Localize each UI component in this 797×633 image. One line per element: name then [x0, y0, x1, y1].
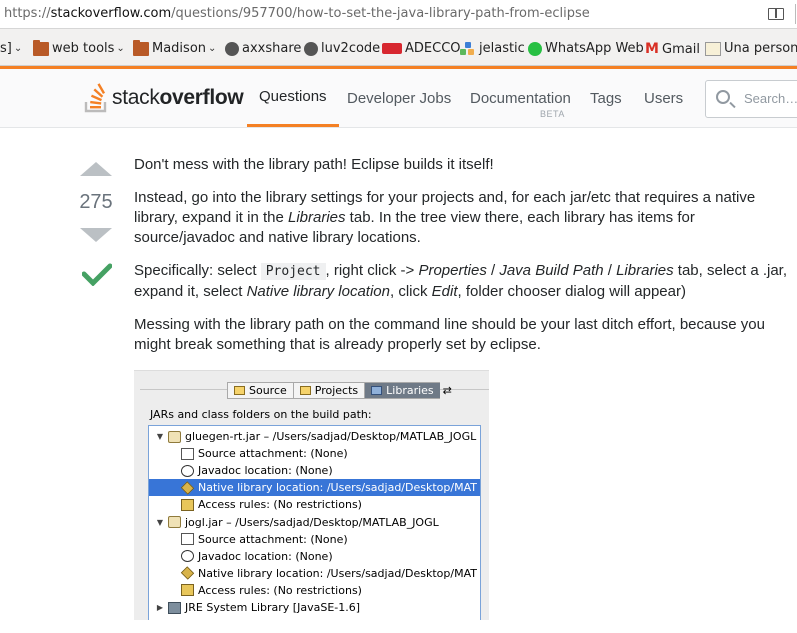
nat-icon — [180, 481, 195, 495]
chevron-down-icon: ⌄ — [116, 43, 125, 54]
documentation-beta-badge: BETA — [540, 109, 565, 119]
libraries-icon — [371, 386, 383, 395]
reader-view-icon[interactable] — [768, 8, 784, 20]
bookmarks-bar: s] ⌄ web tools ⌄ Madison ⌄ axxshare luv2cod… — [0, 29, 797, 66]
jelastic-icon — [460, 41, 476, 56]
url-text[interactable]: https://stackoverflow.com/questions/9577… — [4, 6, 590, 21]
jar-icon — [168, 430, 181, 443]
tree-row: Native library location: /Users/sadjad/D… — [149, 565, 480, 582]
tree-row: ▼ gluegen-rt.jar – /Users/sadjad/Desktop/… — [149, 428, 480, 445]
jar-icon — [168, 516, 181, 528]
bookmark-axxshare[interactable]: axxshare — [225, 41, 301, 56]
vote-count: 275 — [79, 191, 113, 213]
toolbar-divider — [795, 4, 796, 24]
chevron-down-icon: ⌄ — [13, 43, 23, 54]
tree-row-label: Javadoc location: (None) — [198, 549, 333, 563]
nav-questions[interactable]: Questions — [247, 69, 339, 127]
accepted-checkmark-icon — [82, 263, 112, 286]
answer-body: Don't mess with the library path! Eclips… — [134, 155, 797, 368]
tree-row: Source attachment: (None) — [149, 531, 480, 548]
bookmark-folder-web-tools[interactable]: web tools ⌄ — [33, 39, 125, 56]
stackoverflow-logo-icon — [84, 83, 107, 113]
tree-row-label: Javadoc location: (None) — [198, 464, 333, 478]
tree-row-label: jogl.jar – /Users/sadjad/Desktop/MATLAB_… — [185, 515, 439, 529]
search-placeholder: Search… — [744, 91, 797, 106]
search-input[interactable]: Search… — [705, 80, 797, 118]
bookmark-una-persona[interactable]: Una persona — [705, 41, 797, 56]
folder-icon — [133, 39, 149, 56]
at-icon — [181, 550, 194, 563]
tree-row: Source attachment: (None) — [149, 445, 480, 462]
acc-icon — [181, 584, 194, 597]
nav-tags[interactable]: Tags — [590, 69, 622, 127]
src-icon — [181, 447, 194, 460]
tree-row-label: Source attachment: (None) — [198, 447, 348, 461]
upvote-button[interactable] — [80, 162, 112, 176]
project-folder-icon — [299, 386, 311, 395]
source-folder-icon — [234, 386, 245, 395]
tree-row-label: Source attachment: (None) — [198, 532, 348, 546]
at-icon — [181, 464, 194, 477]
build-path-tabs: Source Projects Libraries ⇄ — [227, 382, 455, 399]
tree-row: Javadoc location: (None) — [149, 462, 480, 479]
bookmark-luv2code[interactable]: luv2code — [304, 41, 380, 56]
tree-row: Access rules: (No restrictions) — [149, 496, 480, 513]
bookmark-adecco[interactable]: ADECCO — [382, 41, 461, 56]
jars-label: JARs and class folders on the build path… — [150, 408, 372, 421]
nat-icon — [180, 566, 195, 580]
tree-expander-icon: ▼ — [156, 432, 164, 441]
eclipse-build-path-screenshot: Source Projects Libraries ⇄ JARs and cla… — [134, 370, 489, 620]
bookmark-jelastic[interactable]: jelastic — [460, 41, 525, 56]
tree-row: Native library location: /Users/sadjad/D… — [149, 479, 480, 497]
bookmark-folder-truncated[interactable]: s] ⌄ — [0, 41, 22, 56]
inline-code: Project — [260, 263, 326, 280]
tree-expander-icon: ▶ — [156, 603, 164, 612]
bookmark-whatsapp-web[interactable]: WhatsApp Web — [528, 41, 644, 56]
answer-paragraph: Messing with the library path on the com… — [134, 316, 765, 353]
tree-row-label: Native library location: /Users/sadjad/D… — [198, 481, 477, 495]
answer-paragraph: Specifically: select Project, right clic… — [134, 262, 788, 300]
src-icon — [181, 533, 194, 546]
lib-icon — [168, 601, 181, 614]
browser-url-bar[interactable]: https://stackoverflow.com/questions/9577… — [0, 0, 797, 29]
adecco-icon — [382, 43, 402, 54]
build-path-tree: ▼ gluegen-rt.jar – /Users/sadjad/Desktop/… — [148, 425, 481, 620]
bookmark-folder-madison[interactable]: Madison ⌄ — [133, 39, 217, 56]
tree-row-label: Access rules: (No restrictions) — [198, 583, 362, 597]
site-header: stackoverflow Questions Developer Jobs D… — [0, 66, 797, 128]
acc-icon — [181, 498, 194, 511]
tree-row-label: Access rules: (No restrictions) — [198, 498, 362, 512]
bookmark-gmail[interactable]: M Gmail — [645, 41, 700, 57]
tab-order-export: ⇄ — [442, 384, 452, 397]
tree-row: ▶ JRE System Library [JavaSE-1.6] — [149, 599, 480, 616]
tab-projects: Projects — [292, 382, 365, 399]
tab-libraries: Libraries — [364, 382, 440, 399]
answer-paragraph: Don't mess with the library path! Eclips… — [134, 156, 494, 173]
tree-expander-icon: ▼ — [156, 517, 164, 527]
tree-row: Access rules: (No restrictions) — [149, 582, 480, 599]
downvote-button[interactable] — [80, 228, 112, 242]
tree-row: Javadoc location: (None) — [149, 548, 480, 565]
answer-paragraph: Instead, go into the library settings fo… — [134, 189, 756, 246]
nav-users[interactable]: Users — [644, 69, 683, 127]
globe-icon — [304, 41, 318, 56]
tree-row-label: JRE System Library [JavaSE-1.6] — [185, 601, 361, 614]
stackoverflow-logo[interactable]: stackoverflow — [84, 81, 244, 115]
folder-icon — [33, 39, 49, 56]
tree-row-label: gluegen-rt.jar – /Users/sadjad/Desktop/M… — [185, 430, 477, 443]
whatsapp-icon — [528, 41, 542, 56]
tree-row: ▼ jogl.jar – /Users/sadjad/Desktop/MATLAB… — [149, 514, 480, 531]
nav-developer-jobs[interactable]: Developer Jobs — [347, 69, 451, 127]
search-icon — [716, 90, 730, 104]
bookmark-icon — [705, 41, 721, 56]
tab-source: Source — [227, 382, 293, 399]
logo-text: stackoverflow — [112, 86, 244, 109]
globe-icon — [225, 41, 239, 56]
tree-row-label: Native library location: /Users/sadjad/D… — [198, 566, 477, 580]
chevron-down-icon: ⌄ — [208, 43, 217, 54]
gmail-icon: M — [645, 41, 659, 57]
